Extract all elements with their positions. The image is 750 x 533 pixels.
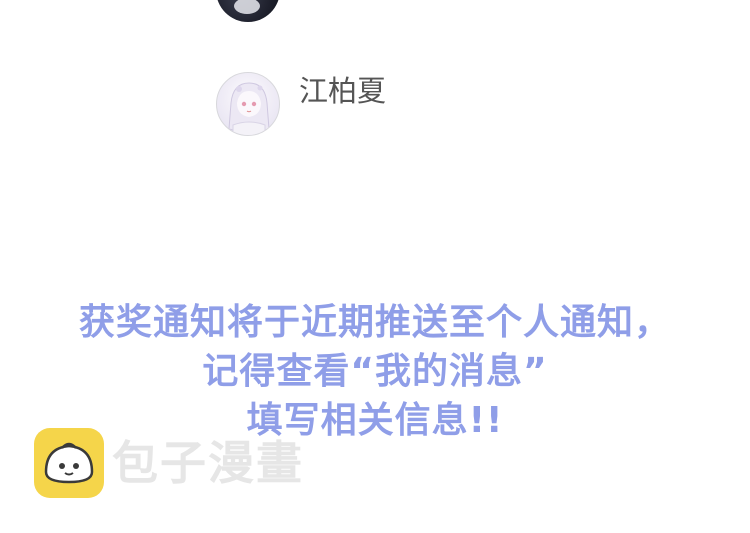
brand-text: 包子漫畫 [112, 436, 304, 490]
comment-user-row: 江柏夏 [216, 72, 386, 136]
avatar-previous-user[interactable] [216, 0, 280, 22]
anime-girl-avatar-icon [228, 82, 270, 135]
prize-notice: 获奖通知将于近期推送至个人通知， 记得查看“我的消息” 填写相关信息!! [0, 298, 750, 445]
notice-line-1: 获奖通知将于近期推送至个人通知， [78, 302, 671, 343]
avatar[interactable] [216, 72, 280, 136]
notice-line-2: 记得查看“我的消息” [202, 351, 548, 392]
watermark: 包子漫畫 [34, 428, 304, 498]
baozi-bun-icon [34, 428, 104, 498]
avatar-highlight [234, 0, 260, 14]
username[interactable]: 江柏夏 [299, 74, 386, 108]
